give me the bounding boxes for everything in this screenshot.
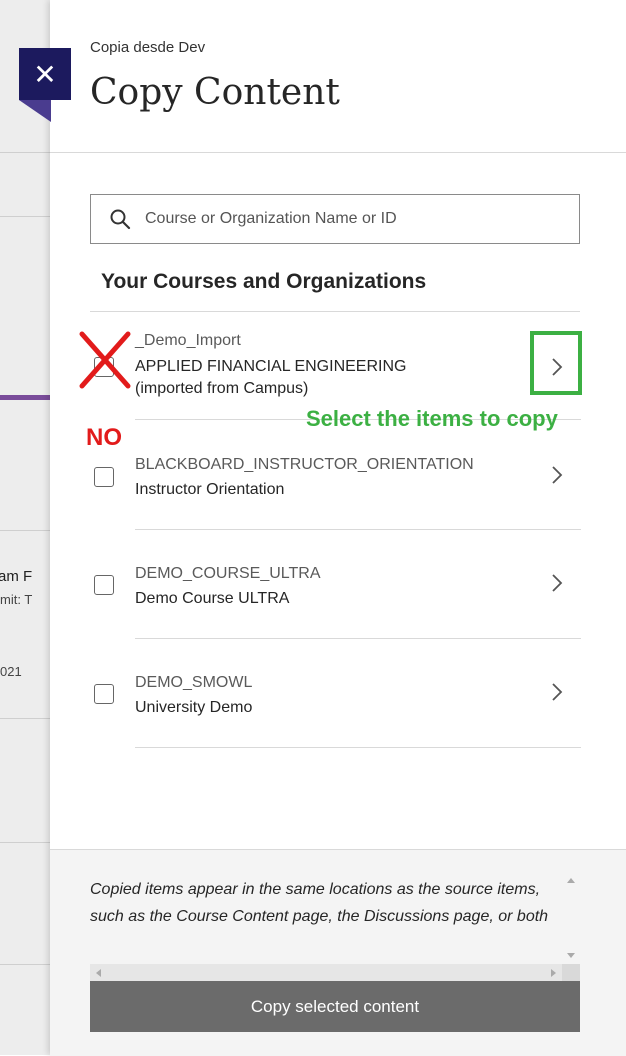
scroll-right-icon[interactable] — [551, 969, 556, 977]
course-id: BLACKBOARD_INSTRUCTOR_ORIENTATION — [135, 456, 474, 473]
section-title: Your Courses and Organizations — [101, 270, 427, 293]
panel-footer: Copied items appear in the same location… — [50, 849, 626, 1056]
course-item: DEMO_SMOWL University Demo — [90, 640, 581, 748]
annotation-select-hint: Select the items to copy — [306, 406, 558, 431]
red-cross-icon — [79, 331, 131, 389]
breadcrumb: Copia desde Dev — [90, 39, 206, 56]
bg-text: mit: T — [0, 592, 33, 607]
page-title: Copy Content — [90, 72, 340, 113]
course-id: DEMO_SMOWL — [135, 674, 253, 691]
search-input[interactable] — [143, 209, 547, 229]
scrollbar-corner — [562, 964, 580, 982]
info-note-text: Copied items appear in the same location… — [90, 881, 549, 925]
bg-purple-bar — [0, 395, 50, 400]
course-name-line: Demo Course ULTRA — [135, 590, 290, 607]
copy-content-panel: Copia desde Dev Copy Content Your Course… — [50, 0, 626, 1056]
panel-header: Copia desde Dev Copy Content — [50, 0, 626, 153]
bg-divider — [0, 530, 50, 531]
scroll-down-icon[interactable] — [567, 953, 575, 958]
annotation-no: NO — [86, 424, 122, 451]
bg-divider — [0, 964, 50, 965]
course-name-line: APPLIED FINANCIAL ENGINEERING — [135, 358, 407, 375]
course-item: BLACKBOARD_INSTRUCTOR_ORIENTATION Instru… — [90, 422, 581, 530]
course-id: DEMO_COURSE_ULTRA — [135, 565, 321, 582]
course-item: _Demo_Import APPLIED FINANCIAL ENGINEERI… — [90, 312, 581, 420]
vertical-scrollbar[interactable] — [562, 872, 580, 964]
search-icon — [110, 209, 131, 230]
course-checkbox[interactable] — [94, 684, 114, 704]
course-name: APPLIED FINANCIAL ENGINEERING (imported … — [135, 356, 406, 400]
horizontal-scrollbar[interactable] — [90, 964, 562, 982]
course-item: DEMO_COURSE_ULTRA Demo Course ULTRA — [90, 531, 581, 639]
chevron-right-icon[interactable] — [546, 681, 568, 703]
bg-divider — [0, 152, 50, 153]
scroll-left-icon[interactable] — [96, 969, 101, 977]
close-button[interactable]: ✕ — [19, 48, 71, 100]
course-name-line: (imported from Campus) — [135, 380, 309, 397]
close-button-tab — [19, 100, 51, 122]
highlight-box — [530, 331, 582, 395]
course-name: Instructor Orientation — [135, 479, 284, 501]
copy-selected-button[interactable]: Copy selected content — [90, 981, 580, 1032]
scroll-up-icon[interactable] — [567, 878, 575, 883]
divider — [135, 638, 581, 639]
close-icon: ✕ — [33, 58, 57, 90]
course-checkbox[interactable] — [94, 467, 114, 487]
info-note: Copied items appear in the same location… — [90, 872, 580, 982]
search-box[interactable] — [90, 194, 580, 244]
course-name-line: Instructor Orientation — [135, 481, 285, 498]
bg-divider — [0, 718, 50, 719]
divider — [135, 529, 581, 530]
chevron-right-icon[interactable] — [546, 572, 568, 594]
course-name: University Demo — [135, 697, 252, 719]
course-name-line: University Demo — [135, 699, 253, 716]
course-checkbox[interactable] — [94, 575, 114, 595]
course-name: Demo Course ULTRA — [135, 588, 289, 610]
chevron-right-icon[interactable] — [546, 464, 568, 486]
course-id: _Demo_Import — [135, 332, 241, 349]
bg-divider — [0, 842, 50, 843]
bg-text: 021 — [0, 664, 22, 679]
divider — [135, 747, 581, 748]
background-page: am F mit: T 021 — [0, 0, 50, 1055]
bg-divider — [0, 216, 50, 217]
bg-text: am F — [0, 568, 33, 585]
